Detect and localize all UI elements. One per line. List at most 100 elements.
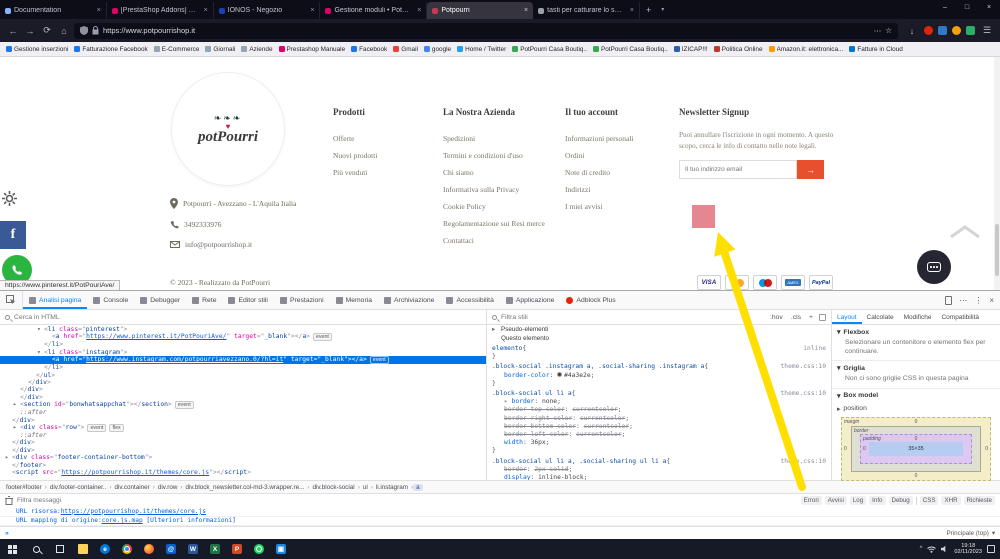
markup-line[interactable]: ▸ <div class="footer-container-bottom">	[0, 454, 486, 461]
browser-tab[interactable]: tasti per catturare lo schermo p...×	[533, 2, 640, 19]
console-filter-info[interactable]: Info	[869, 496, 886, 505]
sidebar-tab-compatibilità[interactable]: Compatibilità	[936, 310, 984, 324]
console-link[interactable]: core.js.map	[102, 517, 143, 524]
console-filter-errori[interactable]: Errori	[800, 496, 822, 505]
taskbar-app-photos[interactable]: ▣	[270, 539, 292, 559]
devtool-tab-debugger[interactable]: Debugger	[134, 291, 186, 309]
markup-line[interactable]: ▾ <li class="instagram">	[0, 349, 486, 356]
devtool-tab-editor-stili[interactable]: Editor stili	[222, 291, 273, 309]
markup-line[interactable]: </div>	[0, 447, 486, 454]
markup-line[interactable]: ::after	[0, 409, 486, 416]
padding-box[interactable]: padding 0 0 35×35	[860, 433, 972, 464]
breadcrumb-item[interactable]: ul	[360, 484, 371, 491]
css-declaration[interactable]: border-right-color: currentcolor;	[492, 415, 826, 423]
cookie-settings-button[interactable]	[2, 191, 17, 211]
position-row[interactable]: ▸ position	[832, 403, 1000, 415]
console-link[interactable]: https://potpourrishop.it/themes/core.js	[61, 508, 206, 515]
browser-tab[interactable]: Documentation ×	[0, 2, 107, 19]
devtool-tab-analisi-pagina[interactable]: Analisi pagina	[23, 291, 87, 309]
bookmark-item[interactable]: PotPourri Casa Boutiq..	[512, 46, 587, 53]
console-filter-richieste[interactable]: Richieste	[963, 496, 995, 505]
add-rule-button[interactable]: +	[807, 314, 815, 321]
devtool-tab-prestazioni[interactable]: Prestazioni	[274, 291, 330, 309]
footer-link[interactable]: Termini e condizioni d'uso	[443, 147, 555, 164]
tracking-shield-icon[interactable]	[80, 26, 88, 35]
twisty-icon[interactable]: ▾	[37, 326, 44, 333]
padding-left-value[interactable]: 0	[863, 446, 866, 452]
console-filter-xhr[interactable]: XHR	[941, 496, 961, 505]
window-minimize-button[interactable]: –	[934, 0, 956, 14]
bookmark-item[interactable]: Gestione inserzioni	[6, 46, 68, 53]
markup-line[interactable]: </div>	[0, 379, 486, 386]
css-selector[interactable]: .block-social .instagram a, .social-shar…	[492, 363, 704, 371]
window-maximize-button[interactable]: □	[956, 0, 978, 14]
pseudo-elements-section[interactable]: ▸ Pseudo-elementi	[487, 326, 831, 335]
margin-right-value[interactable]: 0	[985, 446, 988, 452]
tab-close-icon[interactable]: ×	[95, 7, 101, 14]
tab-close-icon[interactable]: ×	[308, 7, 314, 14]
event-badge[interactable]: event	[87, 424, 107, 433]
page-scrollbar[interactable]	[994, 57, 1000, 290]
markup-line[interactable]: </div>	[0, 417, 486, 424]
footer-link[interactable]: Chi siamo	[443, 164, 555, 181]
page-actions-icon[interactable]: ⋯	[874, 26, 882, 35]
sidebar-tab-modifiche[interactable]: Modifiche	[899, 310, 937, 324]
action-center-icon[interactable]	[987, 545, 995, 553]
devtool-tab-console[interactable]: Console	[87, 291, 134, 309]
twisty-icon[interactable]: ▾	[37, 349, 44, 356]
taskbar-app-whatsapp[interactable]	[248, 539, 270, 559]
extension-icon[interactable]	[938, 26, 947, 35]
bookmark-item[interactable]: E-Commerce	[153, 46, 199, 53]
event-badge[interactable]: event	[312, 333, 332, 342]
margin-left-value[interactable]: 0	[844, 446, 847, 452]
new-tab-button[interactable]: +	[640, 5, 657, 15]
css-source-link[interactable]: inline	[797, 345, 826, 353]
forward-icon[interactable]: →	[23, 26, 37, 36]
markup-line[interactable]: </div>	[0, 386, 486, 393]
border-box[interactable]: border padding 0 0 35×35	[851, 425, 981, 472]
footer-link[interactable]: I miei avvisi	[565, 198, 669, 215]
rules-filter-input[interactable]	[501, 313, 764, 321]
twisty-icon[interactable]: ▸	[5, 454, 12, 461]
menu-hamburger-icon[interactable]: ☰	[980, 25, 994, 36]
downloads-icon[interactable]: ↓	[905, 26, 919, 36]
taskbar-app-word[interactable]: W	[182, 539, 204, 559]
css-declaration[interactable]: border-left-color: currentcolor;	[492, 431, 826, 439]
window-close-button[interactable]: ×	[978, 0, 1000, 14]
footer-link[interactable]: Informazioni personali	[565, 130, 669, 147]
event-badge[interactable]: event	[369, 356, 389, 365]
start-button[interactable]	[0, 539, 24, 559]
bookmark-item[interactable]: Aziende	[241, 46, 273, 53]
newsletter-email-input[interactable]	[679, 160, 797, 179]
css-source-link[interactable]: theme.css:10	[775, 363, 827, 371]
css-declaration[interactable]: border-top-color: currentcolor;	[492, 406, 826, 414]
bookmark-item[interactable]: PotPourri Casa Boutiq..	[592, 46, 668, 53]
breadcrumb-item[interactable]: footer#footer	[3, 484, 45, 491]
markup-line[interactable]: ▸ <section id="bonwhatsappchat"></section…	[0, 401, 486, 410]
footer-link[interactable]: Nuovi prodotti	[333, 147, 433, 164]
devtools-close-icon[interactable]: ×	[989, 296, 994, 305]
taskbar-app-powerpoint[interactable]: P	[226, 539, 248, 559]
tab-close-icon[interactable]: ×	[522, 7, 528, 14]
css-declaration[interactable]: border: 2px solid;	[492, 466, 826, 474]
facebook-share-button[interactable]: f	[0, 221, 26, 249]
devtool-tab-memoria[interactable]: Memoria	[330, 291, 378, 309]
breadcrumb-item[interactable]: div.footer-container..	[47, 484, 110, 491]
bookmark-star-icon[interactable]: ☆	[885, 26, 892, 35]
meatball-menu-icon[interactable]: ⋯	[959, 296, 967, 305]
markup-line[interactable]: </div>	[0, 439, 486, 446]
bookmark-item[interactable]: IZICAP!!!	[673, 46, 708, 53]
breadcrumb-item[interactable]: div.row	[155, 484, 180, 491]
markup-line[interactable]: </li>	[0, 341, 486, 348]
css-declaration[interactable]: border-color: #4a3e2e;	[492, 372, 826, 380]
tab-close-icon[interactable]: ×	[415, 7, 421, 14]
taskbar-app-edge[interactable]: e	[94, 539, 116, 559]
taskbar-clock[interactable]: 19:18 02/11/2023	[954, 543, 982, 556]
css-declaration[interactable]: width: 36px;	[492, 439, 826, 447]
expand-icon[interactable]: ▸	[504, 398, 512, 405]
bookmark-item[interactable]: Politica Online	[713, 46, 763, 53]
bookmark-item[interactable]: Fatturazione Facebook	[74, 46, 148, 53]
breadcrumb-item[interactable]: a	[413, 483, 423, 491]
color-swatch[interactable]	[557, 372, 563, 378]
markup-line[interactable]: </div>	[0, 394, 486, 401]
